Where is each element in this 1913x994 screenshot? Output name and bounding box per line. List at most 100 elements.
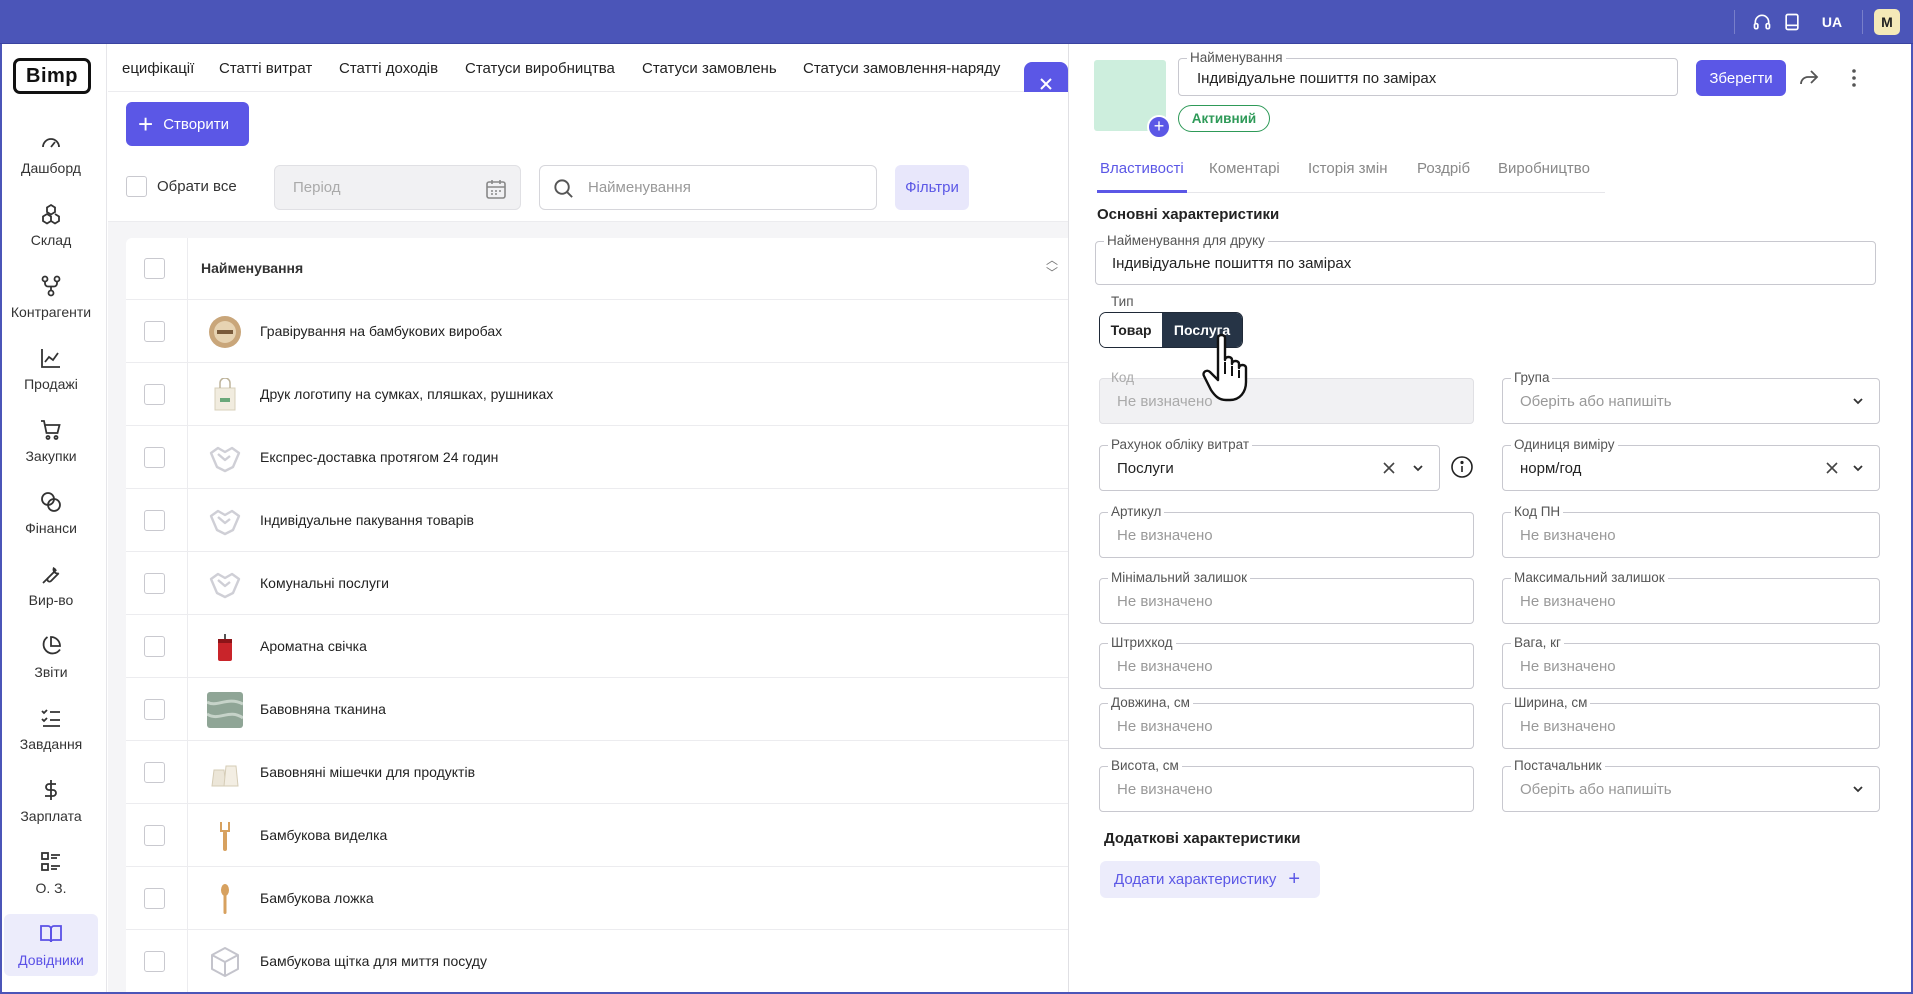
row-checkbox[interactable] xyxy=(144,951,165,972)
add-image-icon[interactable]: + xyxy=(1147,115,1171,139)
sidebar-item-directories[interactable]: Довідники xyxy=(4,914,98,976)
tab-properties[interactable]: Властивості xyxy=(1100,160,1184,177)
create-button[interactable]: + Створити xyxy=(126,102,249,146)
more-vertical-icon[interactable] xyxy=(1842,66,1866,90)
subtab-order-statuses[interactable]: Статуси замовлень xyxy=(642,60,777,77)
row-name[interactable]: Експрес-доставка протягом 24 годин xyxy=(260,449,498,465)
supplier-select[interactable]: Постачальник Оберіть або напишіть xyxy=(1502,758,1880,812)
sidebar-item-finance[interactable]: Фінанси xyxy=(4,482,98,544)
sidebar-item-sales[interactable]: Продажі xyxy=(4,338,98,400)
barcode-field[interactable]: Штрихкод Не визначено xyxy=(1099,635,1474,689)
period-picker[interactable]: Період xyxy=(274,165,521,210)
subtab-specifications[interactable]: ецифікації xyxy=(122,60,194,77)
items-table: Найменування ︿ ﹀ Гравірування на бамбуков… xyxy=(126,238,1068,994)
row-checkbox[interactable] xyxy=(144,636,165,657)
status-badge[interactable]: Активний xyxy=(1178,105,1270,132)
row-name[interactable]: Бамбукова виделка xyxy=(260,827,387,843)
row-name[interactable]: Друк логотипу на сумках, пляшках, рушник… xyxy=(260,386,553,402)
min-stock-placeholder: Не визначено xyxy=(1117,593,1213,610)
name-field[interactable]: Найменування Індивідуальне пошиття по за… xyxy=(1178,50,1678,96)
subtab-production-statuses[interactable]: Статуси виробництва xyxy=(465,60,615,77)
sidebar-item-warehouse[interactable]: Склад xyxy=(4,194,98,256)
table-row[interactable]: Бамбукова щітка для миття посуду xyxy=(126,930,1068,993)
min-stock-field[interactable]: Мінімальний залишок Не визначено xyxy=(1099,570,1474,624)
filters-button[interactable]: Фільтри xyxy=(895,165,969,210)
code-field[interactable]: Код Не визначено xyxy=(1099,370,1474,424)
row-name[interactable]: Гравірування на бамбукових виробах xyxy=(260,323,502,339)
row-checkbox[interactable] xyxy=(144,447,165,468)
length-field[interactable]: Довжина, см Не визначено xyxy=(1099,695,1474,749)
subtab-expense-items[interactable]: Статті витрат xyxy=(219,60,312,77)
tab-production[interactable]: Виробництво xyxy=(1498,160,1590,177)
sidebar-item-salary[interactable]: Зарплата xyxy=(4,770,98,832)
search-input[interactable]: Найменування xyxy=(539,165,877,210)
table-row[interactable]: Експрес-доставка протягом 24 годин xyxy=(126,426,1068,489)
book-icon[interactable] xyxy=(1770,0,1814,44)
select-all-checkbox[interactable] xyxy=(126,176,147,197)
table-row[interactable]: Ароматна свічка xyxy=(126,615,1068,678)
tab-retail[interactable]: Роздріб xyxy=(1417,160,1470,177)
row-checkbox[interactable] xyxy=(144,510,165,531)
select-all-label: Обрати все xyxy=(157,178,237,195)
row-name[interactable]: Бамбукова ложка xyxy=(260,890,374,906)
table-row[interactable]: Бамбукова виделка xyxy=(126,804,1068,867)
max-stock-field[interactable]: Максимальний залишок Не визначено xyxy=(1502,570,1880,624)
sidebar-item-production[interactable]: Вир-во xyxy=(4,554,98,616)
row-name[interactable]: Бамбукова щітка для миття посуду xyxy=(260,953,487,969)
article-field[interactable]: Артикул Не визначено xyxy=(1099,504,1474,558)
sidebar-item-fixed-assets[interactable]: О. З. xyxy=(4,842,98,904)
table-row[interactable]: Бавовняні мішечки для продуктів xyxy=(126,741,1068,804)
pn-code-placeholder: Не визначено xyxy=(1520,527,1616,544)
row-checkbox[interactable] xyxy=(144,825,165,846)
column-header-name[interactable]: Найменування xyxy=(201,260,303,276)
tab-history[interactable]: Історія змін xyxy=(1308,160,1387,177)
row-name[interactable]: Комунальні послуги xyxy=(260,575,389,591)
row-name[interactable]: Бавовняна тканина xyxy=(260,701,386,717)
unit-select[interactable]: Одиниця виміру норм/год xyxy=(1502,437,1880,491)
height-field[interactable]: Висота, см Не визначено xyxy=(1099,758,1474,812)
user-avatar[interactable]: M xyxy=(1874,9,1900,35)
table-row[interactable]: Комунальні послуги xyxy=(126,552,1068,615)
app-logo[interactable]: Bimp xyxy=(13,58,91,94)
clear-icon[interactable] xyxy=(1825,461,1839,475)
type-option-goods[interactable]: Товар xyxy=(1100,313,1163,347)
info-icon[interactable] xyxy=(1450,455,1474,479)
sidebar-item-tasks[interactable]: Завдання xyxy=(4,698,98,760)
subtab-work-order-statuses[interactable]: Статуси замовлення-наряду xyxy=(803,60,1000,77)
header-checkbox[interactable] xyxy=(144,258,165,279)
save-button[interactable]: Зберегти xyxy=(1696,60,1786,96)
table-row[interactable]: Друк логотипу на сумках, пляшках, рушник… xyxy=(126,363,1068,426)
expense-account-select[interactable]: Рахунок обліку витрат Послуги xyxy=(1099,437,1440,491)
assets-icon xyxy=(41,852,60,871)
share-icon[interactable] xyxy=(1796,66,1822,90)
sidebar-item-counterparties[interactable]: Контрагенти xyxy=(4,266,98,328)
tab-comments[interactable]: Коментарі xyxy=(1209,160,1280,177)
add-characteristic-button[interactable]: Додати характеристику + xyxy=(1100,861,1320,898)
sidebar-item-reports[interactable]: Звіти xyxy=(4,626,98,688)
language-switch[interactable]: UA xyxy=(1810,0,1854,44)
group-select[interactable]: Група Оберіть або напишіть xyxy=(1502,370,1880,424)
row-name[interactable]: Бавовняні мішечки для продуктів xyxy=(260,764,475,780)
clear-icon[interactable] xyxy=(1382,461,1396,475)
sort-icon[interactable]: ︿ ﹀ xyxy=(1046,254,1058,280)
select-all[interactable]: Обрати все xyxy=(126,176,237,197)
row-name[interactable]: Ароматна свічка xyxy=(260,638,367,654)
table-row[interactable]: Гравірування на бамбукових виробах xyxy=(126,300,1068,363)
table-row[interactable]: Бавовняна тканина xyxy=(126,678,1068,741)
row-checkbox[interactable] xyxy=(144,384,165,405)
row-checkbox[interactable] xyxy=(144,888,165,909)
width-field[interactable]: Ширина, см Не визначено xyxy=(1502,695,1880,749)
row-name[interactable]: Індивідуальне пакування товарів xyxy=(260,512,474,528)
row-checkbox[interactable] xyxy=(144,573,165,594)
sidebar-item-dashboard[interactable]: Дашборд xyxy=(4,122,98,184)
table-row[interactable]: Бамбукова ложка xyxy=(126,867,1068,930)
row-checkbox[interactable] xyxy=(144,762,165,783)
table-row[interactable]: Індивідуальне пакування товарів xyxy=(126,489,1068,552)
subtab-income-items[interactable]: Статті доходів xyxy=(339,60,438,77)
pn-code-field[interactable]: Код ПН Не визначено xyxy=(1502,504,1880,558)
row-checkbox[interactable] xyxy=(144,321,165,342)
row-checkbox[interactable] xyxy=(144,699,165,720)
weight-field[interactable]: Вага, кг Не визначено xyxy=(1502,635,1880,689)
sidebar-item-purchases[interactable]: Закупки xyxy=(4,410,98,472)
print-name-field[interactable]: Найменування для друку Індивідуальне пош… xyxy=(1095,233,1876,285)
